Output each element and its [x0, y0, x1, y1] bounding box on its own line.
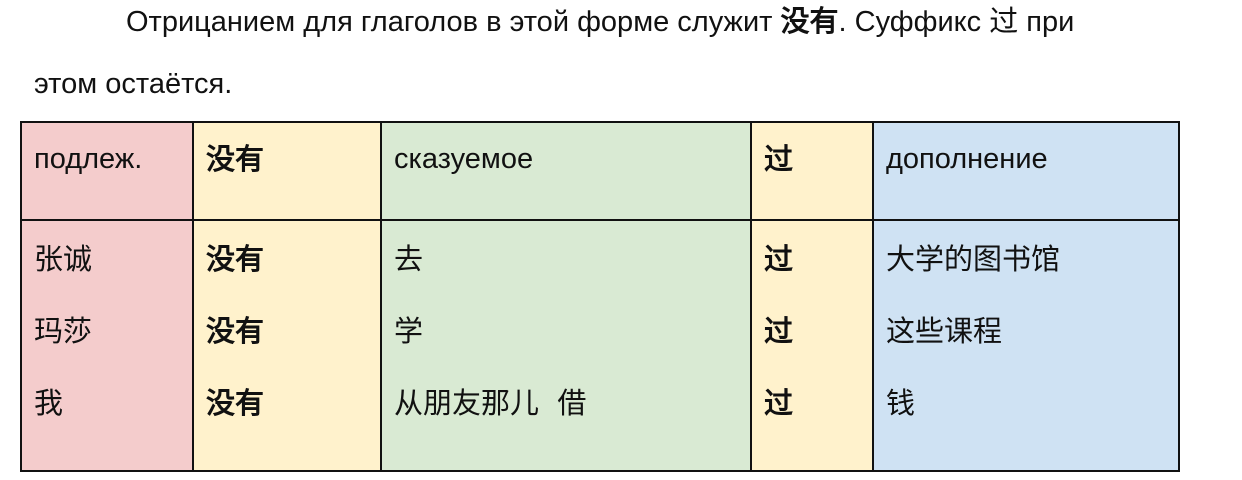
negation-item: 没有: [206, 386, 265, 420]
header-predicate: сказуемое: [380, 121, 752, 221]
intro-negation-word: 没有: [780, 4, 839, 38]
suffix-cell: 过 过 过: [750, 219, 874, 472]
table-header-row: подлеж. 没有 сказуемое 过 дополнение: [20, 121, 1180, 221]
header-object: дополнение: [872, 121, 1180, 221]
sentence-structure-table: подлеж. 没有 сказуемое 过 дополнение 张诚 玛莎 …: [20, 121, 1180, 472]
intro-line-2: этом остаётся.: [34, 68, 233, 100]
object-cell: 大学的图书馆 这些课程 钱: [872, 219, 1180, 472]
predicate-item: 学: [394, 314, 424, 348]
negation-cell: 没有 没有 没有: [192, 219, 382, 472]
suffix-item: 过: [764, 386, 794, 420]
subject-item: 张诚: [34, 242, 93, 276]
subject-item: 玛莎: [34, 314, 93, 348]
table-body-row: 张诚 玛莎 我 没有 没有 没有 去 学 从朋友那儿 借 过 过 过 大学的图书…: [20, 219, 1180, 472]
header-negation-label: 没有: [206, 142, 265, 176]
negation-item: 没有: [206, 242, 265, 276]
intro-text-after: . Суффикс 过 при: [838, 6, 1075, 38]
predicate-cell: 去 学 从朋友那儿 借: [380, 219, 752, 472]
header-subject: подлеж.: [20, 121, 194, 221]
intro-text-before: Отрицанием для глаголов в этой форме слу…: [126, 6, 781, 38]
negation-item: 没有: [206, 314, 265, 348]
header-subject-label: подлеж.: [34, 143, 143, 175]
predicate-item: 去: [394, 242, 424, 276]
predicate-item: 从朋友那儿 借: [394, 386, 587, 420]
object-item: 大学的图书馆: [886, 242, 1061, 276]
subject-item: 我: [34, 386, 64, 420]
header-predicate-label: сказуемое: [394, 143, 534, 175]
header-suffix: 过: [750, 121, 874, 221]
object-item: 钱: [886, 386, 916, 420]
header-object-label: дополнение: [886, 143, 1048, 175]
header-negation: 没有: [192, 121, 382, 221]
suffix-item: 过: [764, 314, 794, 348]
object-item: 这些课程: [886, 314, 1003, 348]
suffix-item: 过: [764, 242, 794, 276]
subject-cell: 张诚 玛莎 我: [20, 219, 194, 472]
header-suffix-label: 过: [764, 142, 794, 176]
intro-line-1: Отрицанием для глаголов в этой форме слу…: [126, 3, 1074, 40]
